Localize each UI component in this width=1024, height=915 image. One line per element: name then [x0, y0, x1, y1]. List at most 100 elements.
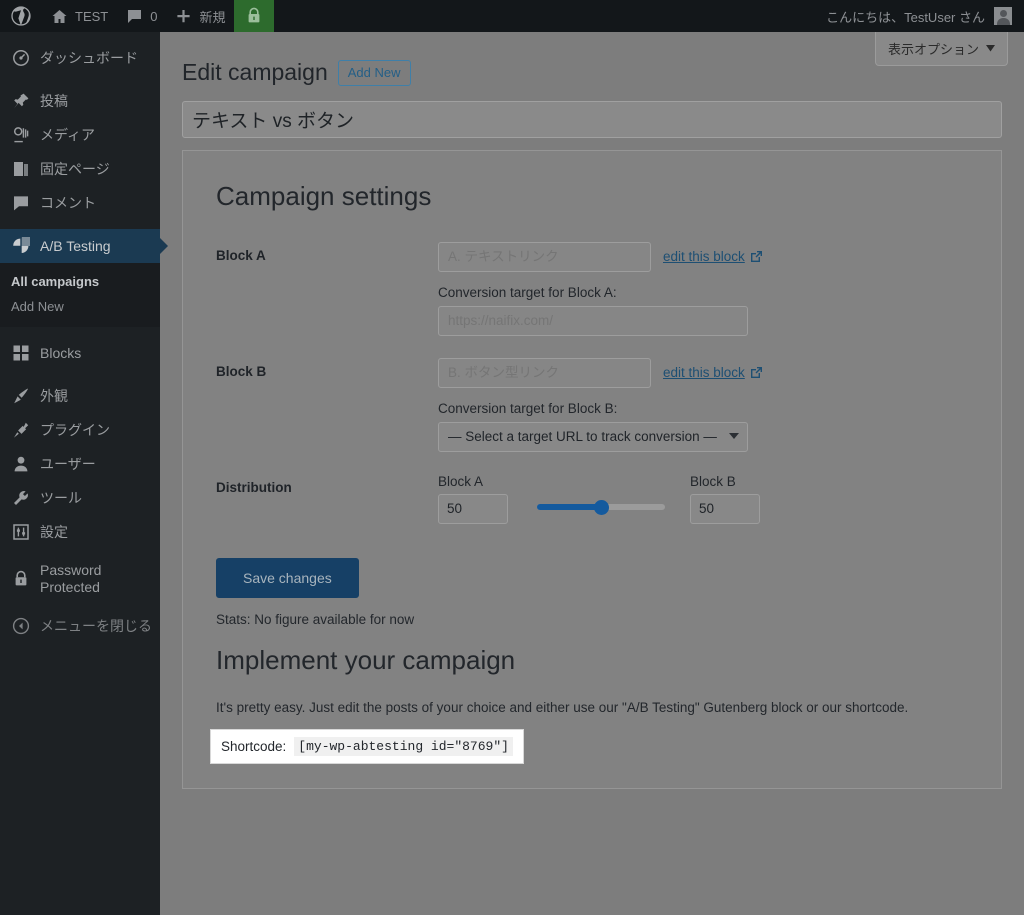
slider-fill	[537, 503, 601, 510]
slider-thumb[interactable]	[593, 499, 609, 515]
distribution-a-input[interactable]	[438, 493, 508, 524]
shortcode-box[interactable]: Shortcode: [my-wp-abtesting id="8769"]	[210, 728, 524, 764]
site-name-label: TEST	[75, 8, 109, 24]
wordpress-logo-icon	[11, 6, 31, 26]
block-a-name-row: edit this block	[438, 241, 1001, 272]
sidebar-item-blocks[interactable]: Blocks	[0, 336, 160, 370]
sidebar-item-all-campaigns[interactable]: All campaigns	[0, 269, 160, 294]
block-a-name-input[interactable]	[438, 241, 651, 272]
home-icon	[51, 8, 68, 25]
shortcode-value[interactable]: [my-wp-abtesting id="8769"]	[294, 736, 513, 756]
block-a-edit-label: edit this block	[663, 249, 745, 265]
add-new-button[interactable]: Add New	[337, 60, 411, 86]
pin-icon	[11, 92, 31, 110]
sidebar-item-label: コメント	[40, 194, 96, 211]
user-icon	[11, 455, 31, 473]
sidebar-item-appearance[interactable]: 外観	[0, 379, 160, 413]
screen-options-button[interactable]: 表示オプション	[874, 32, 1008, 66]
comments-button[interactable]: 0	[117, 0, 166, 32]
my-account-menu[interactable]: こんにちは、TestUser さん	[817, 7, 1024, 26]
menu-spacer	[0, 32, 160, 41]
menu-spacer	[0, 549, 160, 558]
block-b-edit-link[interactable]: edit this block	[663, 365, 763, 380]
sidebar-item-settings[interactable]: 設定	[0, 515, 160, 549]
admin-bar: TEST 0 新規 こんにちは、TestUser さん	[0, 0, 1024, 32]
sidebar-item-dashboard[interactable]: ダッシュボード	[0, 41, 160, 75]
block-b-target-select-wrap: — Select a target URL to track conversio…	[438, 421, 748, 452]
block-a-row: Block A edit this block	[183, 241, 1001, 336]
stats-text: Stats: No figure available for now	[216, 611, 415, 627]
campaign-settings-title: Campaign settings	[216, 180, 432, 211]
lock-icon	[246, 7, 262, 25]
main-content: 表示オプション Edit campaign Add New Campaign s…	[160, 32, 1024, 915]
blocks-grid-icon	[11, 345, 31, 361]
block-a-edit-link[interactable]: edit this block	[663, 249, 763, 264]
shortcode-label: Shortcode:	[221, 738, 287, 754]
distribution-label: Distribution	[216, 479, 292, 495]
campaign-settings-panel: Campaign settings Block A edit this bloc…	[182, 149, 1002, 789]
sidebar-item-label: Password Protected	[40, 561, 102, 596]
block-b-body: edit this block Conversion target for Bl…	[438, 357, 1001, 452]
sidebar-item-comments[interactable]: コメント	[0, 186, 160, 220]
plug-icon	[11, 421, 31, 439]
ab-testing-submenu: All campaigns Add New	[0, 263, 160, 327]
block-a-conversion-input[interactable]	[438, 305, 748, 336]
plus-icon	[175, 8, 192, 25]
sidebar-item-ab-testing[interactable]: A/B Testing	[0, 229, 168, 263]
distribution-a-col: Block A	[438, 474, 508, 524]
distribution-b-caption: Block B	[690, 473, 736, 489]
sidebar-item-label: Blocks	[40, 344, 82, 361]
distribution-b-input[interactable]	[690, 493, 760, 524]
distribution-slider[interactable]	[537, 498, 665, 516]
menu-spacer	[0, 75, 160, 84]
block-a-conversion-label: Conversion target for Block A:	[438, 284, 617, 300]
avatar	[994, 7, 1012, 25]
campaign-title-input[interactable]	[182, 100, 1002, 138]
sidebar-item-posts[interactable]: 投稿	[0, 84, 160, 118]
external-link-icon	[750, 366, 763, 379]
paintbrush-icon	[11, 387, 31, 405]
distribution-row: Distribution Block A Block	[183, 474, 1001, 524]
save-changes-button[interactable]: Save changes	[216, 557, 359, 598]
screen-options-label: 表示オプション	[887, 42, 979, 57]
collapse-menu-button[interactable]: メニューを閉じる	[0, 609, 160, 643]
password-protected-badge[interactable]	[234, 0, 275, 32]
block-a-label: Block A	[216, 247, 266, 263]
sidebar-item-tools[interactable]: ツール	[0, 481, 160, 515]
block-b-edit-label: edit this block	[663, 365, 745, 381]
sidebar-item-users[interactable]: ユーザー	[0, 447, 160, 481]
greeting-label: こんにちは、TestUser さん	[826, 9, 985, 25]
comment-bubble-icon	[126, 8, 143, 25]
menu-spacer	[0, 220, 160, 229]
comments-count: 0	[150, 8, 158, 24]
block-b-conversion-label: Conversion target for Block B:	[438, 400, 618, 416]
sidebar-item-label: プラグイン	[40, 421, 110, 438]
sidebar-item-add-new[interactable]: Add New	[0, 294, 160, 319]
block-b-name-row: edit this block	[438, 357, 1001, 388]
block-b-name-input[interactable]	[438, 357, 651, 388]
distribution-body: Block A Block B	[438, 474, 1001, 524]
sidebar-item-label: ユーザー	[40, 455, 96, 472]
menu-spacer	[0, 327, 160, 336]
site-name-button[interactable]: TEST	[42, 0, 117, 32]
new-content-button[interactable]: 新規	[166, 0, 234, 32]
block-b-target-select[interactable]: — Select a target URL to track conversio…	[438, 421, 748, 452]
sidebar-item-label: メディア	[40, 126, 96, 143]
lock-icon	[11, 570, 31, 588]
content-wrap: Edit campaign Add New Campaign settings …	[160, 32, 1024, 789]
sliders-icon	[11, 523, 31, 541]
sidebar-item-media[interactable]: メディア	[0, 118, 160, 152]
sidebar-subitem-label: Add New	[11, 299, 64, 314]
wrench-icon	[11, 489, 31, 507]
collapse-arrow-icon	[11, 617, 31, 635]
wordpress-logo-button[interactable]	[0, 0, 42, 32]
sidebar-item-label: ツール	[40, 489, 82, 506]
block-b-row: Block B edit this block	[183, 357, 1001, 452]
sidebar-subitem-label: All campaigns	[11, 274, 100, 289]
sidebar-item-plugins[interactable]: プラグイン	[0, 413, 160, 447]
sidebar-item-label: ダッシュボード	[40, 49, 138, 66]
sidebar-item-password-protected[interactable]: Password Protected	[0, 558, 160, 600]
distribution-controls: Block A Block B	[438, 474, 1001, 524]
distribution-a-caption: Block A	[438, 473, 484, 489]
sidebar-item-pages[interactable]: 固定ページ	[0, 152, 160, 186]
